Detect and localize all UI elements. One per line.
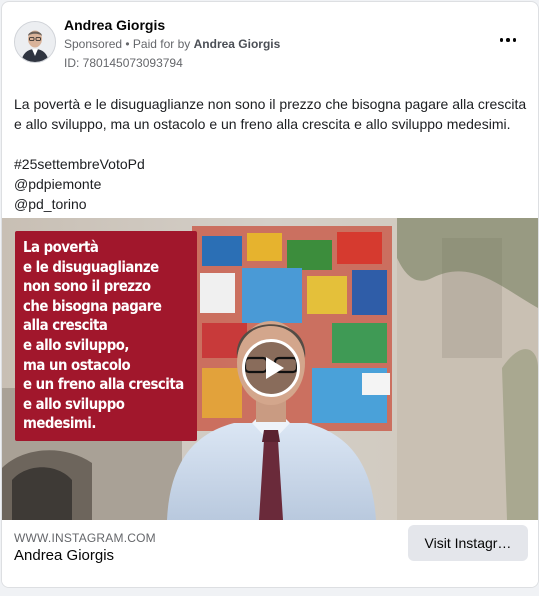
sponsored-line: Sponsored • Paid for by Andrea Giorgis	[64, 37, 280, 51]
paid-for-name: Andrea Giorgis	[193, 37, 281, 51]
link-domain[interactable]: WWW.INSTAGRAM.COM	[14, 531, 156, 545]
ad-card: Andrea Giorgis Sponsored • Paid for by A…	[1, 1, 539, 588]
sponsored-label: Sponsored	[64, 37, 123, 51]
play-icon[interactable]	[242, 339, 300, 397]
overlay-line: La povertà	[23, 238, 99, 256]
avatar-portrait	[15, 22, 55, 62]
overlay-line: che bisogna pagare	[23, 296, 162, 315]
overlay-line: medesimi.	[23, 414, 96, 433]
post-mention-pdpiemonte[interactable]: @pdpiemonte	[14, 174, 529, 194]
overlay-line: e allo sviluppo	[23, 394, 125, 413]
ad-header: Andrea Giorgis Sponsored • Paid for by A…	[2, 2, 538, 82]
overlay-line: e allo sviluppo,	[23, 335, 129, 354]
overlay-line: non sono il prezzo	[23, 277, 151, 296]
overlay-line: e un freno alla crescita	[23, 375, 184, 394]
avatar[interactable]	[14, 21, 56, 63]
video-media[interactable]: La povertà e le disuguaglianze non sono …	[2, 218, 538, 520]
advertiser-name[interactable]: Andrea Giorgis	[64, 17, 165, 33]
post-body: La povertà e le disuguaglianze non sono …	[14, 96, 527, 132]
video-text-overlay: La povertà e le disuguaglianze non sono …	[15, 231, 197, 441]
post-mention-pd-torino[interactable]: @pd_torino	[14, 194, 529, 214]
ad-id: ID: 780145073093794	[64, 56, 183, 70]
link-title[interactable]: Andrea Giorgis	[14, 547, 114, 564]
overlay-line: alla crescita	[23, 316, 108, 335]
post-hashtag[interactable]: #25settembreVotoPd	[14, 154, 529, 174]
more-options-icon	[498, 38, 518, 42]
overlay-line: e le disuguaglianze	[23, 257, 159, 276]
link-footer[interactable]: WWW.INSTAGRAM.COM Andrea Giorgis Visit I…	[2, 520, 538, 587]
overlay-line: ma un ostacolo	[23, 355, 131, 374]
visit-instagram-button[interactable]: Visit Instagr…	[408, 525, 528, 561]
more-options-button[interactable]	[494, 30, 522, 50]
post-text: La povertà e le disuguaglianze non sono …	[14, 94, 529, 214]
paid-for-prefix: • Paid for by	[122, 37, 194, 51]
